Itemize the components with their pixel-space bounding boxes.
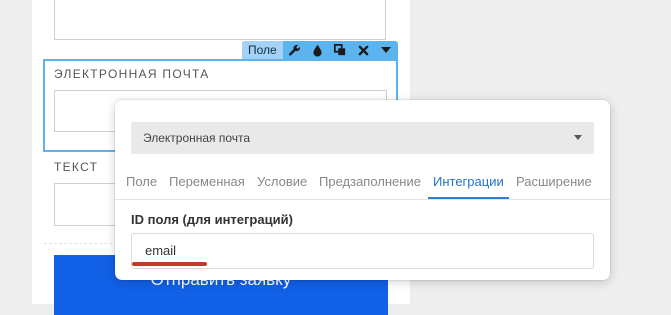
email-field-label: ЭЛЕКТРОННАЯ ПОЧТА — [54, 67, 210, 81]
tab-extension[interactable]: Расширение — [516, 174, 592, 189]
field-type-select[interactable]: Электронная почта — [131, 122, 594, 154]
drop-icon[interactable] — [306, 41, 329, 59]
tab-condition[interactable]: Условие — [257, 174, 307, 189]
field-settings-panel: Электронная почта Поле Переменная Услови… — [115, 100, 610, 280]
settings-tabs: Поле Переменная Условие Предзаполнение И… — [115, 166, 610, 200]
wrench-icon[interactable] — [283, 41, 306, 59]
active-tab-indicator — [428, 197, 509, 199]
caret-down-icon — [574, 135, 582, 140]
text-field-label: ТЕКСТ — [54, 160, 99, 174]
previous-textarea[interactable] — [54, 0, 386, 40]
copy-icon[interactable] — [329, 41, 352, 59]
chevron-down-icon[interactable] — [375, 41, 398, 59]
field-type-select-value: Электронная почта — [143, 131, 251, 145]
tab-integrations[interactable]: Интеграции — [433, 174, 504, 189]
close-icon[interactable] — [352, 41, 375, 59]
field-toolbar: Поле — [242, 41, 398, 59]
annotation-underline — [132, 262, 207, 266]
tab-prefill[interactable]: Предзаполнение — [319, 174, 421, 189]
tab-field[interactable]: Поле — [126, 174, 157, 189]
toolbar-field-label: Поле — [242, 41, 283, 59]
tab-variable[interactable]: Переменная — [169, 174, 245, 189]
field-id-label: ID поля (для интеграций) — [131, 212, 293, 227]
